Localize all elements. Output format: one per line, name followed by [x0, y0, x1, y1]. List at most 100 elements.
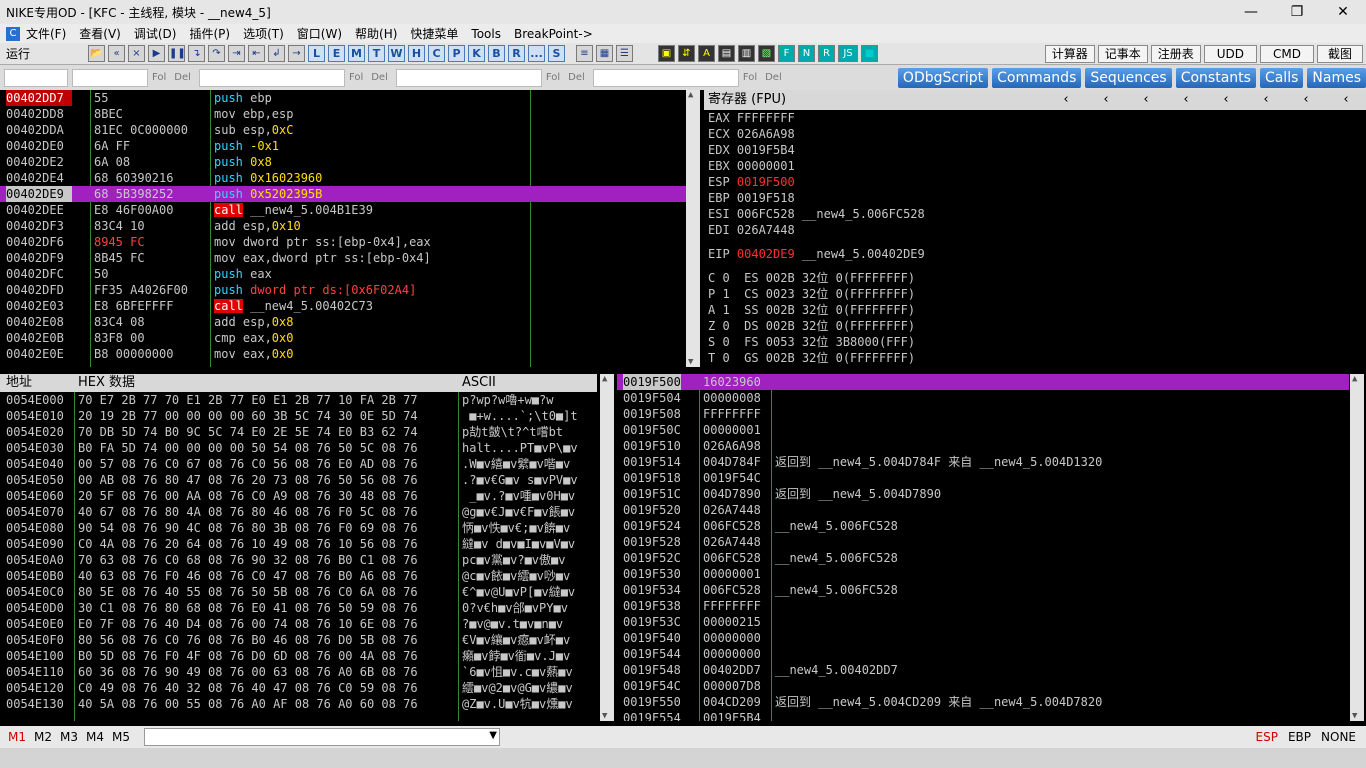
stack-row[interactable]: 0019F53C 00000215 [617, 614, 1349, 630]
memory-map-button[interactable]: M [348, 45, 365, 62]
follow-label[interactable]: Fol [152, 72, 166, 83]
disasm-row[interactable]: 00402DFD FF35 A4026F00 push dword ptr ds:[… [0, 282, 686, 298]
dump-row[interactable]: 0054E0B0 40 63 08 76 F0 46 08 76 C0 47 08… [0, 568, 597, 584]
menu-debug[interactable]: 调试(D) [134, 25, 177, 42]
disasm-row[interactable]: 00402E08 83C4 08 add esp,0x8 [0, 314, 686, 330]
udd-button[interactable]: UDD [1203, 44, 1257, 63]
stack-row[interactable]: 0019F510 026A6A98 [617, 438, 1349, 454]
patches-button[interactable]: P [448, 45, 465, 62]
register-row[interactable]: S 0 FS 0053 32位 3B8000(FFF) [704, 334, 1366, 350]
stack-row[interactable]: 0019F50C 00000001 [617, 422, 1349, 438]
disasm-row[interactable]: 00402DE2 6A 08 push 0x8 [0, 154, 686, 170]
log-window-button[interactable]: L [308, 45, 325, 62]
plugin-square-icon[interactable]: ■ [861, 45, 878, 62]
list-icon[interactable]: ≡ [576, 45, 593, 62]
plugin-n-icon[interactable]: N [798, 45, 815, 62]
constants-button[interactable]: Constants [1175, 67, 1256, 88]
dump-row[interactable]: 0054E070 40 67 08 76 80 4A 08 76 80 46 08… [0, 504, 597, 520]
maximize-button[interactable]: ❐ [1274, 4, 1320, 20]
menu-shortcut[interactable]: 快捷菜单 [410, 25, 458, 42]
register-row[interactable]: Z 0 DS 002B 32位 0(FFFFFFFF) [704, 318, 1366, 334]
dump-row[interactable]: 0054E040 00 57 08 76 C0 67 08 76 C0 56 08… [0, 456, 597, 472]
delete-label[interactable]: Del [174, 72, 191, 83]
windows-button[interactable]: W [388, 45, 405, 62]
plugin-slot[interactable] [4, 68, 68, 87]
stack-row[interactable]: 0019F514 004D784F 返回到 __new4_5.004D784F 来自… [617, 454, 1349, 470]
stack-row[interactable]: 0019F548 00402DD7 __new4_5.00402DD7 [617, 662, 1349, 678]
plugin-icon-6[interactable]: ▧ [758, 45, 775, 62]
arrow-left-icon[interactable]: ‹ [1046, 90, 1086, 110]
dump-ascii-header[interactable]: ASCII [462, 374, 496, 392]
plugin-slot[interactable] [72, 68, 148, 87]
plugin-icon-3[interactable]: A [698, 45, 715, 62]
dump-row[interactable]: 0054E020 70 DB 5D 74 B0 9C 5C 74 E0 2E 5E… [0, 424, 597, 440]
register-row[interactable]: ESI 006FC528 __new4_5.006FC528 [704, 206, 1366, 222]
mark-m4[interactable]: M4 [86, 730, 104, 744]
plugin-slot[interactable] [395, 68, 542, 87]
plugin-f-icon[interactable]: F [778, 45, 795, 62]
esp-toggle[interactable]: ESP [1256, 730, 1278, 744]
stack-row[interactable]: 0019F524 006FC528 __new4_5.006FC528 [617, 518, 1349, 534]
registry-button[interactable]: 注册表 [1150, 44, 1201, 63]
dump-row[interactable]: 0054E030 B0 FA 5D 74 00 00 00 00 50 54 08… [0, 440, 597, 456]
stack-row[interactable]: 0019F538 FFFFFFFF [617, 598, 1349, 614]
names-button[interactable]: Names [1307, 67, 1366, 88]
arrow-left-icon[interactable]: ‹ [1246, 90, 1286, 110]
execute-till-return-icon[interactable]: ↲ [268, 45, 285, 62]
menu-breakpoint[interactable]: BreakPoint-> [514, 27, 593, 41]
cmd-button[interactable]: CMD [1260, 44, 1314, 63]
dump-row[interactable]: 0054E090 C0 4A 08 76 20 64 08 76 10 49 08… [0, 536, 597, 552]
register-row[interactable]: A 1 SS 002B 32位 0(FFFFFFFF) [704, 302, 1366, 318]
mark-m1[interactable]: M1 [8, 730, 26, 744]
delete-label[interactable]: Del [765, 72, 782, 83]
register-row[interactable]: ESP 0019F500 [704, 174, 1366, 190]
goto-icon[interactable]: → [288, 45, 305, 62]
plugin-r-icon[interactable]: R [818, 45, 835, 62]
disasm-row[interactable]: 00402DF6 8945 FC mov dword ptr ss:[ebp-0x4… [0, 234, 686, 250]
step-into-icon[interactable]: ↴ [188, 45, 205, 62]
register-row[interactable]: EDI 026A7448 [704, 222, 1366, 238]
odbgscript-button[interactable]: ODbgScript [897, 67, 989, 88]
plugin-icon-2[interactable]: ⇵ [678, 45, 695, 62]
stack-row[interactable]: 0019F544 00000000 [617, 646, 1349, 662]
disasm-row[interactable]: 00402DE4 68 60390216 push 0x16023960 [0, 170, 686, 186]
dump-row[interactable]: 0054E010 20 19 2B 77 00 00 00 00 60 3B 5C… [0, 408, 597, 424]
dump-address-header[interactable]: 地址 [6, 374, 32, 392]
dump-row[interactable]: 0054E0E0 E0 7F 08 76 40 D4 08 76 00 74 08… [0, 616, 597, 632]
disasm-row[interactable]: 00402E0B 83F8 00 cmp eax,0x0 [0, 330, 686, 346]
arrow-left-icon[interactable]: ‹ [1166, 90, 1206, 110]
calculator-button[interactable]: 计算器 [1044, 44, 1095, 63]
references-button[interactable]: R [508, 45, 525, 62]
run-icon[interactable]: ▶ [148, 45, 165, 62]
register-row[interactable]: EBX 00000001 [704, 158, 1366, 174]
dump-row[interactable]: 0054E0D0 30 C1 08 76 80 68 08 76 E0 41 08… [0, 600, 597, 616]
step-over-icon[interactable]: ↷ [208, 45, 225, 62]
dump-row[interactable]: 0054E110 60 36 08 76 90 49 08 76 00 63 08… [0, 664, 597, 680]
memory-dump-pane[interactable]: 地址 HEX 数据 ASCII 0054E000 70 E7 2B 77 70 E… [0, 374, 597, 721]
disasm-row[interactable]: 00402E0E B8 00000000 mov eax,0x0 [0, 346, 686, 362]
disasm-row[interactable]: 00402DE0 6A FF push -0x1 [0, 138, 686, 154]
menu-tools[interactable]: Tools [471, 27, 501, 41]
disasm-row[interactable]: 00402DD7 55 push ebp [0, 90, 686, 106]
dump-row[interactable]: 0054E060 20 5F 08 76 00 AA 08 76 C0 A9 08… [0, 488, 597, 504]
stack-row[interactable]: 0019F554 0019F5B4 [617, 710, 1349, 721]
dump-row[interactable]: 0054E130 40 5A 08 76 00 55 08 76 A0 AF 08… [0, 696, 597, 712]
stack-row[interactable]: 0019F520 026A7448 [617, 502, 1349, 518]
register-row[interactable]: ECX 026A6A98 [704, 126, 1366, 142]
follow-label[interactable]: Fol [743, 72, 757, 83]
stack-pane[interactable]: 0019F500 16023960 0019F504 00000008 0019F508… [617, 374, 1349, 721]
stack-row[interactable]: 0019F528 026A7448 [617, 534, 1349, 550]
stack-row[interactable]: 0019F540 00000000 [617, 630, 1349, 646]
disasm-row[interactable]: 00402DE9 68 5B398252 push 0x5202395B [0, 186, 686, 202]
stack-row[interactable]: 0019F52C 006FC528 __new4_5.006FC528 [617, 550, 1349, 566]
plugin-slot[interactable] [198, 68, 345, 87]
source-button[interactable]: S [548, 45, 565, 62]
arrow-left-icon[interactable]: ‹ [1126, 90, 1166, 110]
stack-row[interactable]: 0019F504 00000008 [617, 390, 1349, 406]
calls-button[interactable]: Calls [1259, 67, 1304, 88]
cpu-button[interactable]: C [428, 45, 445, 62]
minimize-button[interactable]: — [1228, 4, 1274, 20]
handles-button[interactable]: H [408, 45, 425, 62]
delete-label[interactable]: Del [371, 72, 388, 83]
menu-plugins[interactable]: 插件(P) [189, 25, 230, 42]
